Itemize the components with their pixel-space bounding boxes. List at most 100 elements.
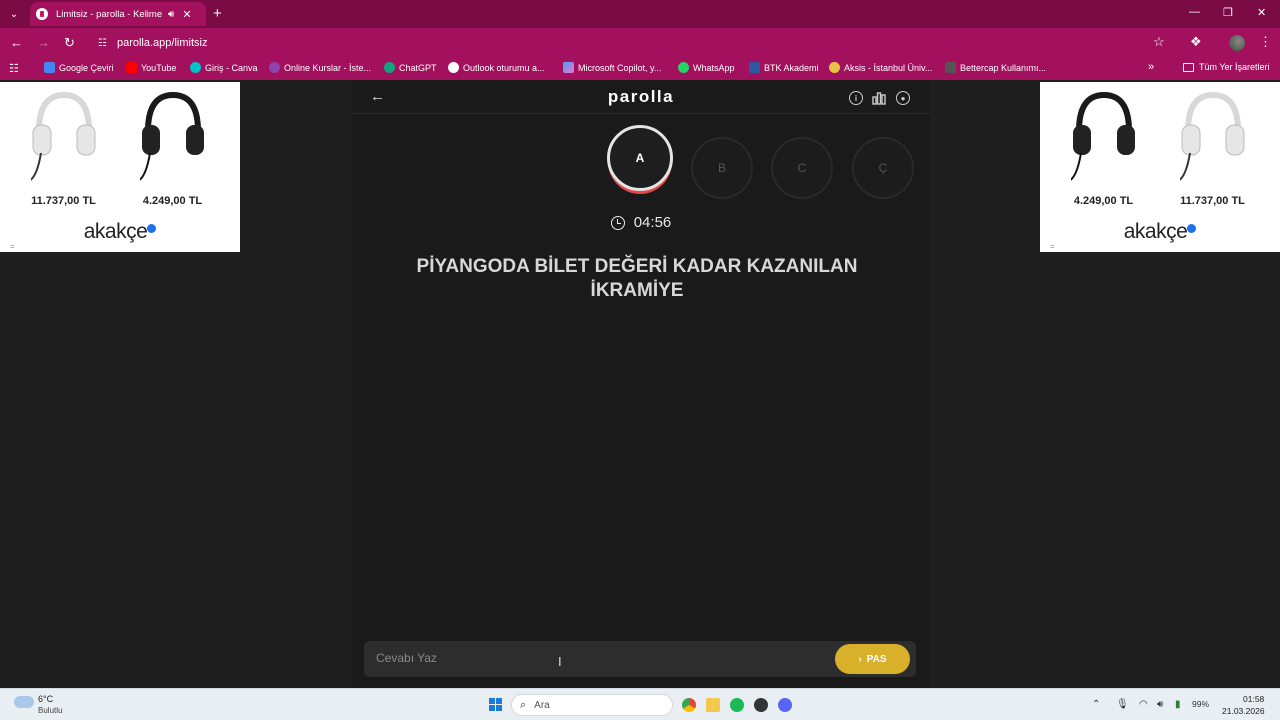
info-icon[interactable]: i xyxy=(849,91,863,105)
microphone-icon[interactable]: 🎙︎ xyxy=(1116,699,1129,710)
parolla-game: ← parolla i ● A B C Ç 04:56 PİYANGODA Bİ… xyxy=(352,80,930,688)
bookmark-copilot[interactable]: Microsoft Copilot, y... xyxy=(563,62,661,73)
ad-price: 11.737,00 TL xyxy=(1180,195,1245,207)
omnibox[interactable]: ☷ parolla.app/limitsiz xyxy=(88,31,1180,55)
bookmark-label: BTK Akademi xyxy=(764,62,819,73)
battery-percent: 99% xyxy=(1192,699,1210,709)
parolla-favicon-icon xyxy=(36,8,48,20)
more-bookmarks-chevron-icon[interactable]: » xyxy=(1148,61,1154,73)
bettercap-icon xyxy=(945,62,956,73)
white-headset-icon xyxy=(31,91,96,181)
bookmark-star-icon[interactable]: ☆ xyxy=(1153,34,1165,50)
bookmark-chatgpt[interactable]: ChatGPT xyxy=(384,62,437,73)
file-explorer-icon[interactable] xyxy=(706,698,720,712)
windows-start-icon[interactable] xyxy=(489,698,502,711)
ad-price: 4.249,00 TL xyxy=(142,195,203,207)
ad-banner-right[interactable]: 4.249,00 TL 11.737,00 TL akakçe = xyxy=(1040,82,1280,252)
tab-parolla[interactable]: Limitsiz - parolla - Kelime c 🔊︎ ✕ xyxy=(30,2,206,26)
question-text: PİYANGODA BİLET DEĞERİ KADAR KAZANILAN İ… xyxy=(416,256,858,301)
bookmark-youtube[interactable]: YouTube xyxy=(126,62,176,73)
search-icon: ⌕ xyxy=(520,698,527,711)
ad-banner-left[interactable]: 11.737,00 TL 4.249,00 TL akakçe = xyxy=(0,82,240,252)
bookmark-aksis[interactable]: Aksis - İstanbul Üniv... xyxy=(829,62,932,73)
bookmark-google-ceviri[interactable]: Google Çeviri xyxy=(44,62,114,73)
pass-label: PAS xyxy=(866,653,887,665)
apps-grid-icon[interactable]: ☷ xyxy=(9,62,19,75)
ad-choices-icon[interactable]: = xyxy=(10,242,15,251)
volume-icon[interactable]: 🔊︎ xyxy=(1157,699,1163,710)
verified-badge-icon xyxy=(1187,224,1197,233)
url-text[interactable]: parolla.app/limitsiz xyxy=(117,37,207,49)
timer-value: 04:56 xyxy=(633,214,672,231)
clock-date[interactable]: 21.03.2026 xyxy=(1222,706,1265,716)
tab-search-chevron-icon[interactable]: ⌄ xyxy=(6,6,22,22)
window-close-icon[interactable]: ✕ xyxy=(1257,6,1266,19)
steam-app-icon[interactable] xyxy=(754,698,768,712)
ad-product[interactable]: 11.737,00 TL xyxy=(1160,85,1265,213)
forward-arrow-icon[interactable]: → xyxy=(37,35,50,50)
speaker-icon[interactable]: 🔊︎ xyxy=(168,9,174,20)
countdown-timer: 04:56 xyxy=(352,214,930,231)
weather-description[interactable]: Bulutlu xyxy=(38,706,62,715)
ad-product[interactable]: 4.249,00 TL xyxy=(120,85,225,213)
discord-icon[interactable] xyxy=(778,698,792,712)
ad-product[interactable]: 11.737,00 TL xyxy=(11,85,116,213)
bookmark-label: WhatsApp xyxy=(693,62,735,73)
bookmark-label: Giriş - Canva xyxy=(205,62,258,73)
site-settings-icon[interactable]: ☷ xyxy=(98,38,107,49)
outlook-icon xyxy=(448,62,459,73)
weather-temperature[interactable]: 6°C xyxy=(38,694,53,704)
bookmark-outlook[interactable]: Outlook oturumu a... xyxy=(448,62,545,73)
google-translate-icon xyxy=(44,62,55,73)
bookmark-bettercap[interactable]: Bettercap Kullanımı... xyxy=(945,62,1046,73)
search-placeholder: Ara xyxy=(534,699,550,711)
canva-icon xyxy=(190,62,201,73)
akakce-logo[interactable]: akakçe xyxy=(1040,220,1280,244)
ad-choices-icon[interactable]: = xyxy=(1050,242,1055,251)
profile-avatar[interactable] xyxy=(1229,35,1245,51)
ad-price: 11.737,00 TL xyxy=(31,195,96,207)
clock-time[interactable]: 01:58 xyxy=(1243,694,1264,704)
tray-chevron-up-icon[interactable]: ⌃ xyxy=(1092,699,1100,710)
minimize-icon[interactable]: — xyxy=(1189,6,1200,18)
battery-icon[interactable]: ▮ xyxy=(1175,699,1181,710)
windows-taskbar: 6°C Bulutlu ⌕ Ara ⌃ 🎙︎ ◠ 🔊︎ ▮ 99% 01:58 … xyxy=(0,688,1280,720)
stats-bar-chart-icon[interactable] xyxy=(872,91,886,105)
all-bookmarks-folder[interactable]: Tüm Yer İşaretleri xyxy=(1183,62,1270,72)
letter-circle: C xyxy=(771,137,833,199)
tab-close-icon[interactable]: ✕ xyxy=(182,8,191,21)
tab-strip: ⌄ Limitsiz - parolla - Kelime c 🔊︎ ✕ + —… xyxy=(0,0,1280,28)
chrome-menu-icon[interactable]: ⋮ xyxy=(1259,34,1272,50)
tab-title: Limitsiz - parolla - Kelime c xyxy=(56,8,164,20)
answer-input[interactable] xyxy=(376,651,816,665)
akakce-logo-text: akakçe xyxy=(83,220,148,243)
akakce-logo[interactable]: akakçe xyxy=(0,220,240,244)
bookmark-label: Aksis - İstanbul Üniv... xyxy=(844,62,933,73)
verified-badge-icon xyxy=(147,224,157,233)
user-profile-icon[interactable]: ● xyxy=(896,91,910,105)
pass-button[interactable]: › PAS xyxy=(835,644,910,674)
taskbar-search[interactable]: ⌕ Ara xyxy=(511,694,673,716)
chrome-taskbar-icon[interactable] xyxy=(682,698,696,712)
bookmark-btk-akademi[interactable]: BTK Akademi xyxy=(749,62,819,73)
spotify-icon[interactable] xyxy=(730,698,744,712)
wifi-icon[interactable]: ◠ xyxy=(1139,699,1148,710)
ad-product[interactable]: 4.249,00 TL xyxy=(1051,85,1156,213)
black-headset-icon xyxy=(1071,91,1135,181)
bookmark-whatsapp[interactable]: WhatsApp xyxy=(678,62,735,73)
reload-icon[interactable]: ↻ xyxy=(64,35,75,51)
parolla-logo: parolla xyxy=(607,87,675,106)
cloud-weather-icon[interactable] xyxy=(14,696,34,708)
bookmark-online-kurslar[interactable]: Online Kurslar - İste... xyxy=(269,62,371,73)
bookmark-canva[interactable]: Giriş - Canva xyxy=(190,62,258,73)
btk-icon xyxy=(749,62,760,73)
restore-icon[interactable]: ❐ xyxy=(1223,6,1233,19)
new-tab-plus-icon[interactable]: + xyxy=(213,5,222,22)
bookmarks-bar: ☷ Google Çeviri YouTube Giriş - Canva On… xyxy=(0,58,1280,80)
extensions-puzzle-icon[interactable]: ❖ xyxy=(1190,34,1202,50)
letter-circle-active: A xyxy=(607,125,673,191)
youtube-icon xyxy=(126,62,137,73)
back-arrow-icon[interactable]: ← xyxy=(10,35,23,50)
all-bookmarks-label: Tüm Yer İşaretleri xyxy=(1199,62,1270,72)
bookmark-label: ChatGPT xyxy=(399,62,437,73)
